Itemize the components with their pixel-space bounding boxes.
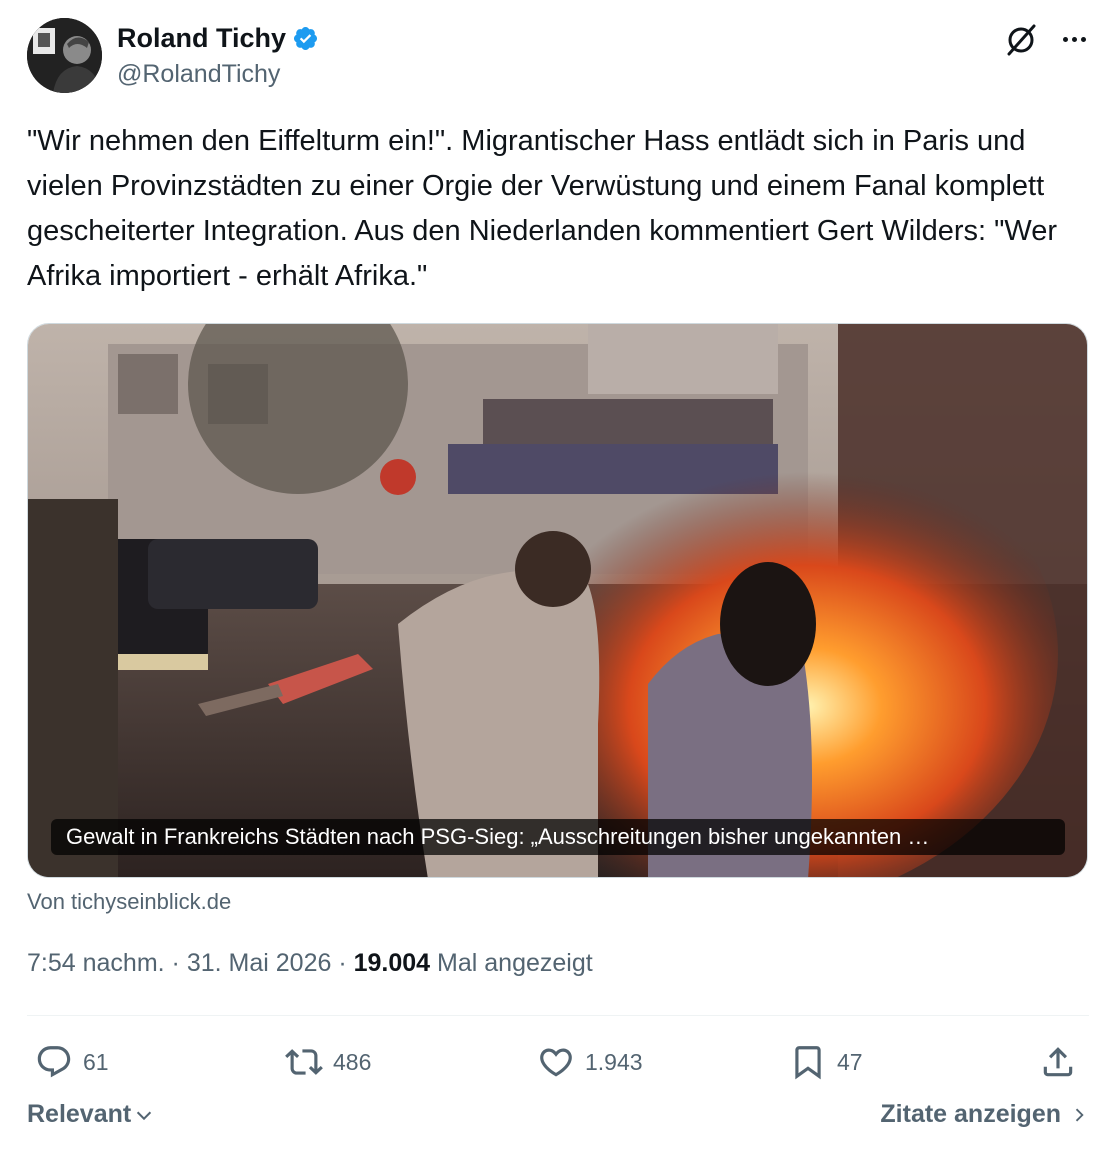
share-icon <box>1043 1047 1073 1077</box>
card-source[interactable]: Von tichyseinblick.de <box>27 889 231 915</box>
avatar[interactable] <box>27 18 102 93</box>
repost-button[interactable]: 486 <box>285 1038 371 1086</box>
view-quotes-link[interactable]: Zitate anzeigen <box>880 1100 1089 1129</box>
like-count: 1.943 <box>585 1048 643 1075</box>
display-name[interactable]: Roland Tichy <box>117 23 286 54</box>
handle[interactable]: @RolandTichy <box>117 60 319 89</box>
grok-icon[interactable] <box>1003 22 1039 58</box>
sort-dropdown[interactable]: Relevant <box>27 1100 155 1129</box>
tweet-date[interactable]: 31. Mai 2026 <box>187 949 332 977</box>
card-caption: Gewalt in Frankreichs Städten nach PSG-S… <box>51 819 1065 855</box>
meta-separator: · <box>171 949 187 977</box>
verified-icon <box>294 26 318 50</box>
tweet-header: Roland Tichy @RolandTichy <box>27 18 1091 98</box>
quotes-label: Zitate anzeigen <box>880 1100 1061 1128</box>
reply-button[interactable]: 61 <box>35 1038 109 1086</box>
chevron-right-icon <box>1075 1108 1084 1121</box>
repost-count: 486 <box>333 1048 372 1075</box>
tweet-time[interactable]: 7:54 nachm. <box>27 949 165 977</box>
action-bar: 61 486 1.943 47 <box>27 1038 1089 1086</box>
more-icon[interactable] <box>1057 24 1091 54</box>
link-card-media[interactable]: Gewalt in Frankreichs Städten nach PSG-S… <box>27 323 1088 878</box>
views-label: Mal angezeigt <box>437 949 593 977</box>
replies-footer: Relevant Zitate anzeigen <box>27 1100 1089 1140</box>
share-button[interactable] <box>1039 1038 1077 1086</box>
bookmark-icon <box>795 1046 821 1080</box>
tweet-text: "Wir nehmen den Eiffelturm ein!". Migran… <box>27 125 1058 292</box>
bookmark-count: 47 <box>837 1048 863 1075</box>
sort-label: Relevant <box>27 1100 132 1128</box>
reply-icon <box>37 1046 71 1078</box>
meta-separator: · <box>338 949 354 977</box>
tweet-meta: 7:54 nachm. · 31. Mai 2026 · 19.004 Mal … <box>27 949 593 978</box>
repost-icon <box>285 1049 323 1075</box>
like-icon <box>540 1048 572 1077</box>
view-count: 19.004 <box>353 949 431 977</box>
bookmark-button[interactable]: 47 <box>789 1038 863 1086</box>
reply-count: 61 <box>83 1048 109 1075</box>
like-button[interactable]: 1.943 <box>537 1038 643 1086</box>
divider <box>27 1015 1089 1016</box>
chevron-down-icon <box>137 1111 152 1120</box>
riot-photo <box>28 324 1087 877</box>
